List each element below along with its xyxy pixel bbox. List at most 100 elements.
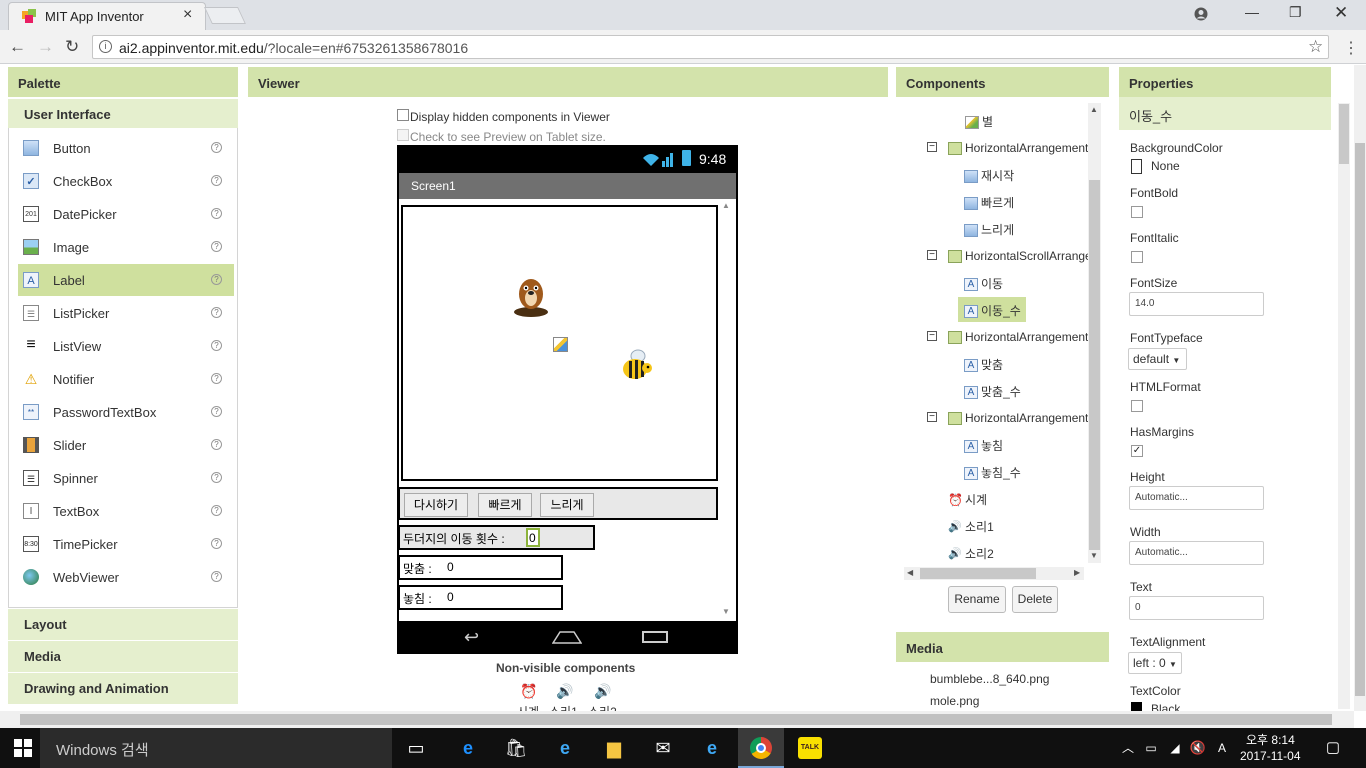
move-count-value[interactable]: 0 [526, 528, 540, 547]
restart-button[interactable]: 다시하기 [404, 493, 468, 517]
palette-item-listpicker[interactable]: ☰ ListPicker? [18, 297, 234, 329]
font-bold-checkbox[interactable] [1131, 206, 1143, 218]
tree-item-clock[interactable]: ⏰ 시계 [948, 491, 987, 508]
mole-sprite-icon[interactable] [512, 274, 550, 321]
tree-item-move-label[interactable]: A 이동 [964, 275, 1003, 292]
tree-item-faster-button[interactable]: 빠르게 [964, 194, 1014, 211]
tree-item-restart-button[interactable]: 재시작 [964, 167, 1014, 184]
bookmark-star-icon[interactable]: ☆ [1308, 37, 1323, 57]
help-icon[interactable]: ? [211, 538, 222, 549]
internet-explorer-icon[interactable]: e [553, 736, 577, 760]
game-canvas[interactable] [401, 205, 718, 481]
color-swatch[interactable] [1131, 159, 1142, 174]
help-icon[interactable]: ? [211, 571, 222, 582]
store-icon[interactable]: 🛍 [504, 736, 528, 760]
media-file[interactable]: bumblebe...8_640.png [930, 672, 1049, 686]
forward-icon[interactable]: → [37, 37, 54, 57]
account-icon[interactable] [1194, 4, 1208, 24]
tree-item-hit-count[interactable]: A 맞춤_수 [964, 383, 1021, 400]
text-color-swatch[interactable] [1131, 702, 1142, 711]
collapse-toggle[interactable]: − [927, 142, 937, 152]
category-media[interactable]: Media [8, 640, 238, 672]
file-explorer-icon[interactable]: ▆ [602, 736, 626, 760]
palette-item-webviewer[interactable]: WebViewer? [18, 561, 234, 593]
screen-scroll-up-icon[interactable]: ▲ [722, 201, 730, 210]
help-icon[interactable]: ? [211, 175, 222, 186]
kakaotalk-icon[interactable]: TALK [798, 737, 822, 759]
windows-start-icon[interactable] [14, 739, 32, 760]
tree-item-horizontal-scroll-arrangement[interactable]: HorizontalScrollArrangement [948, 249, 1088, 264]
text-alignment-select[interactable]: left : 0 ▼ [1128, 652, 1182, 674]
tree-item-star[interactable]: 별 [965, 113, 993, 130]
width-input[interactable]: Automatic... [1129, 541, 1264, 565]
help-icon[interactable]: ? [211, 307, 222, 318]
page-hscroll-thumb[interactable] [20, 714, 1332, 725]
tree-item-move-count-selected[interactable]: A 이동_수 [964, 302, 1021, 319]
tree-item-slower-button[interactable]: 느리게 [964, 221, 1014, 238]
tree-item-horizontal-arrangement[interactable]: HorizontalArrangement [948, 411, 1088, 426]
prop-text-color-value[interactable]: Black [1151, 702, 1180, 711]
html-format-checkbox[interactable] [1131, 400, 1143, 412]
page-vertical-scrollbar[interactable] [1354, 65, 1366, 711]
category-drawing-animation[interactable]: Drawing and Animation [8, 672, 238, 704]
restore-icon[interactable]: ❐ [1289, 4, 1302, 21]
taskbar-date[interactable]: 2017-11-04 [1240, 749, 1301, 763]
text-input[interactable]: 0 [1129, 596, 1264, 620]
faster-button[interactable]: 빠르게 [478, 493, 532, 517]
palette-item-datepicker[interactable]: 201 DatePicker? [18, 198, 234, 230]
help-icon[interactable]: ? [211, 472, 222, 483]
help-icon[interactable]: ? [211, 439, 222, 450]
palette-item-checkbox[interactable]: ✓ CheckBox? [18, 165, 234, 197]
tablet-preview-checkbox[interactable] [397, 129, 409, 141]
network-tray-icon[interactable]: ◢ [1163, 736, 1187, 760]
new-tab-button[interactable] [204, 7, 246, 24]
close-window-icon[interactable]: ✕ [1334, 3, 1348, 23]
collapse-toggle[interactable]: − [927, 250, 937, 260]
internet-explorer-icon[interactable]: e [700, 736, 724, 760]
tree-item-horizontal-arrangement[interactable]: HorizontalArrangement [948, 330, 1088, 345]
reload-icon[interactable]: ↻ [65, 37, 79, 57]
palette-item-listview[interactable]: ≡ ListView? [18, 330, 234, 362]
category-layout[interactable]: Layout [8, 608, 238, 640]
help-icon[interactable]: ? [211, 373, 222, 384]
chrome-taskbar-active[interactable] [738, 728, 784, 768]
palette-item-timepicker[interactable]: 8:30 TimePicker? [18, 528, 234, 560]
page-vscroll-thumb[interactable] [1355, 143, 1365, 696]
tree-item-miss-label[interactable]: A 놓침 [964, 437, 1003, 454]
help-icon[interactable]: ? [211, 142, 222, 153]
action-center-icon[interactable]: ▢ [1321, 736, 1345, 760]
has-margins-checkbox[interactable]: ✓ [1131, 445, 1143, 457]
tree-item-sound2[interactable]: 🔊 소리2 [948, 545, 994, 562]
palette-item-label-selected[interactable]: A Label? [18, 264, 234, 296]
font-typeface-select[interactable]: default ▼ [1128, 348, 1187, 370]
palette-item-image[interactable]: Image? [18, 231, 234, 263]
battery-tray-icon[interactable]: ▭ [1139, 736, 1163, 760]
help-icon[interactable]: ? [211, 406, 222, 417]
page-horizontal-scrollbar[interactable] [0, 711, 1354, 728]
tree-item-sound1[interactable]: 🔊 소리1 [948, 518, 994, 535]
speaker-icon[interactable]: 🔊 [594, 683, 611, 700]
tree-scroll-up-icon[interactable]: ▲ [1090, 105, 1098, 114]
palette-item-passwordtextbox[interactable]: ** PasswordTextBox? [18, 396, 234, 428]
help-icon[interactable]: ? [211, 505, 222, 516]
delete-button[interactable]: Delete [1012, 586, 1058, 613]
address-bar[interactable]: i ai2.appinventor.mit.edu/?locale=en#675… [92, 35, 1329, 59]
taskbar-time[interactable]: 오후 8:14 [1246, 731, 1295, 748]
collapse-toggle[interactable]: − [927, 412, 937, 422]
tree-item-horizontal-arrangement[interactable]: HorizontalArrangement [948, 141, 1088, 156]
back-icon[interactable]: ← [9, 37, 26, 57]
display-hidden-checkbox[interactable] [397, 109, 409, 121]
tray-chevron-icon[interactable]: ︿ [1116, 736, 1140, 760]
star-sprite-icon[interactable] [553, 337, 568, 352]
tree-hscroll-thumb[interactable] [920, 568, 1036, 579]
mail-icon[interactable]: ✉ [651, 736, 675, 760]
screen-scroll-down-icon[interactable]: ▼ [722, 607, 730, 616]
font-italic-checkbox[interactable] [1131, 251, 1143, 263]
volume-muted-icon[interactable]: 🔇 [1186, 736, 1210, 760]
palette-item-spinner[interactable]: ☰ Spinner? [18, 462, 234, 494]
font-size-input[interactable]: 14.0 [1129, 292, 1264, 316]
palette-item-notifier[interactable]: ⚠ Notifier? [18, 363, 234, 395]
slower-button[interactable]: 느리게 [540, 493, 594, 517]
media-file[interactable]: mole.png [930, 694, 979, 708]
properties-scrollbar[interactable] [1338, 103, 1350, 709]
